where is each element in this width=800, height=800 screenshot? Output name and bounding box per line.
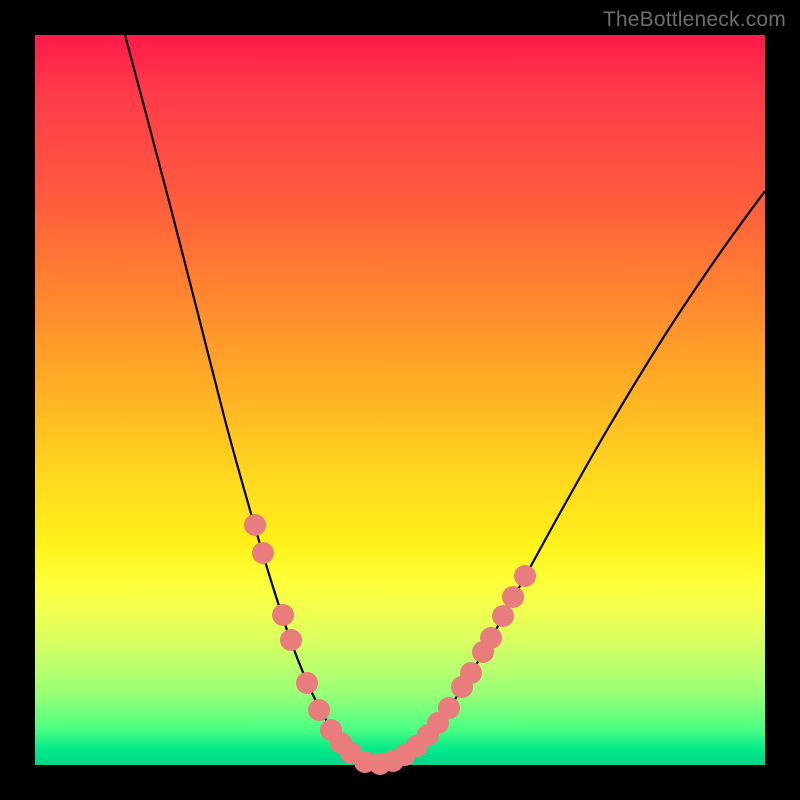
bead-marker bbox=[280, 629, 302, 651]
bead-marker bbox=[308, 699, 330, 721]
bead-marker bbox=[480, 627, 502, 649]
bead-marker bbox=[438, 697, 460, 719]
bead-marker bbox=[296, 672, 318, 694]
bead-marker bbox=[252, 542, 274, 564]
bead-marker bbox=[502, 586, 524, 608]
bead-markers bbox=[244, 514, 536, 775]
bead-marker bbox=[460, 662, 482, 684]
watermark-text: TheBottleneck.com bbox=[603, 8, 786, 32]
bead-marker bbox=[244, 514, 266, 536]
bottleneck-curve bbox=[125, 35, 765, 764]
bottleneck-chart bbox=[35, 35, 765, 765]
bead-marker bbox=[514, 565, 536, 587]
bead-marker bbox=[492, 605, 514, 627]
bead-marker bbox=[272, 604, 294, 626]
plot-area bbox=[35, 35, 765, 765]
